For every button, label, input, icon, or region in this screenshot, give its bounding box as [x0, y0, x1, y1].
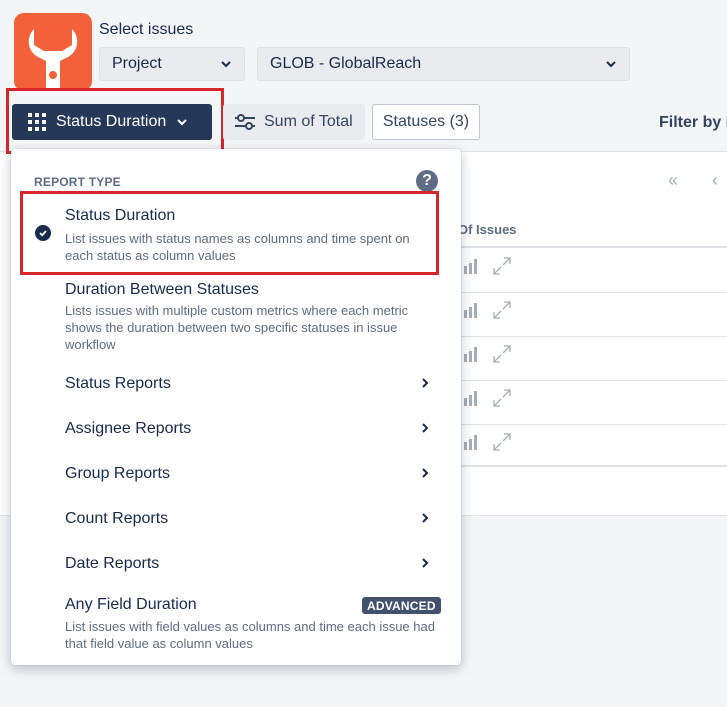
- expand-icon[interactable]: [492, 256, 512, 276]
- row-divider: [458, 424, 727, 425]
- menu-item-duration-between-statuses[interactable]: Duration Between Statuses: [65, 281, 259, 299]
- project-select[interactable]: GLOB - GlobalReach: [257, 47, 630, 81]
- statuses-button[interactable]: Statuses (3): [372, 104, 480, 140]
- report-type-label: Status Duration: [56, 113, 167, 130]
- bar-chart-icon[interactable]: [462, 346, 480, 362]
- row-divider: [458, 336, 727, 337]
- expand-icon[interactable]: [492, 300, 512, 320]
- menu-item-status-reports[interactable]: Status Reports: [65, 375, 171, 393]
- menu-item-assignee-reports[interactable]: Assignee Reports: [65, 420, 191, 438]
- statuses-label: Statuses (3): [382, 113, 470, 130]
- chevron-right-icon: [422, 558, 429, 568]
- column-header: Of Issues: [458, 222, 517, 237]
- row-divider: [458, 380, 727, 381]
- chevron-down-icon: [177, 119, 187, 126]
- prev-page-button[interactable]: ‹: [712, 170, 718, 191]
- table-bottom-divider: [458, 465, 727, 467]
- expand-icon[interactable]: [492, 388, 512, 408]
- menu-item-status-duration[interactable]: Status Duration: [65, 207, 175, 225]
- report-type-button[interactable]: Status Duration: [12, 104, 212, 140]
- chevron-right-icon: [422, 513, 429, 523]
- grid-icon: [28, 113, 46, 131]
- menu-item-description: List issues with field values as columns…: [65, 619, 435, 651]
- bar-chart-icon[interactable]: [462, 434, 480, 450]
- chevron-right-icon: [422, 378, 429, 388]
- project-select-value: GLOB - GlobalReach: [270, 55, 422, 72]
- menu-item-count-reports[interactable]: Count Reports: [65, 510, 168, 528]
- chevron-down-icon: [221, 61, 231, 68]
- first-page-button[interactable]: «: [668, 170, 678, 191]
- scope-select[interactable]: Project: [99, 47, 245, 81]
- menu-item-date-reports[interactable]: Date Reports: [65, 555, 159, 573]
- header-divider: [458, 246, 727, 248]
- row-divider: [458, 292, 727, 293]
- sum-of-total-button[interactable]: Sum of Total: [223, 104, 365, 140]
- sliders-icon: [235, 114, 255, 130]
- help-icon[interactable]: ?: [416, 170, 438, 192]
- scope-select-value: Project: [112, 55, 162, 72]
- filter-label: Filter by i: [659, 114, 727, 131]
- bar-chart-icon[interactable]: [462, 302, 480, 318]
- chevron-down-icon: [606, 61, 616, 68]
- expand-icon[interactable]: [492, 432, 512, 452]
- wrench-icon: [28, 29, 78, 91]
- chevron-right-icon: [422, 468, 429, 478]
- bar-chart-icon[interactable]: [462, 390, 480, 406]
- advanced-badge: ADVANCED: [362, 597, 441, 614]
- menu-item-description: List issues with status names as columns…: [65, 231, 410, 263]
- menu-item-any-field-duration[interactable]: Any Field Duration: [65, 596, 197, 614]
- check-circle-icon: [35, 225, 51, 241]
- expand-icon[interactable]: [492, 344, 512, 364]
- menu-item-group-reports[interactable]: Group Reports: [65, 465, 170, 483]
- sum-of-total-label: Sum of Total: [264, 113, 353, 130]
- select-issues-label: Select issues: [99, 21, 194, 38]
- menu-heading: REPORT TYPE: [34, 175, 121, 189]
- bar-chart-icon[interactable]: [462, 258, 480, 274]
- chevron-right-icon: [422, 423, 429, 433]
- menu-item-description: Lists issues with multiple custom metric…: [65, 303, 409, 352]
- app-logo: [14, 13, 92, 91]
